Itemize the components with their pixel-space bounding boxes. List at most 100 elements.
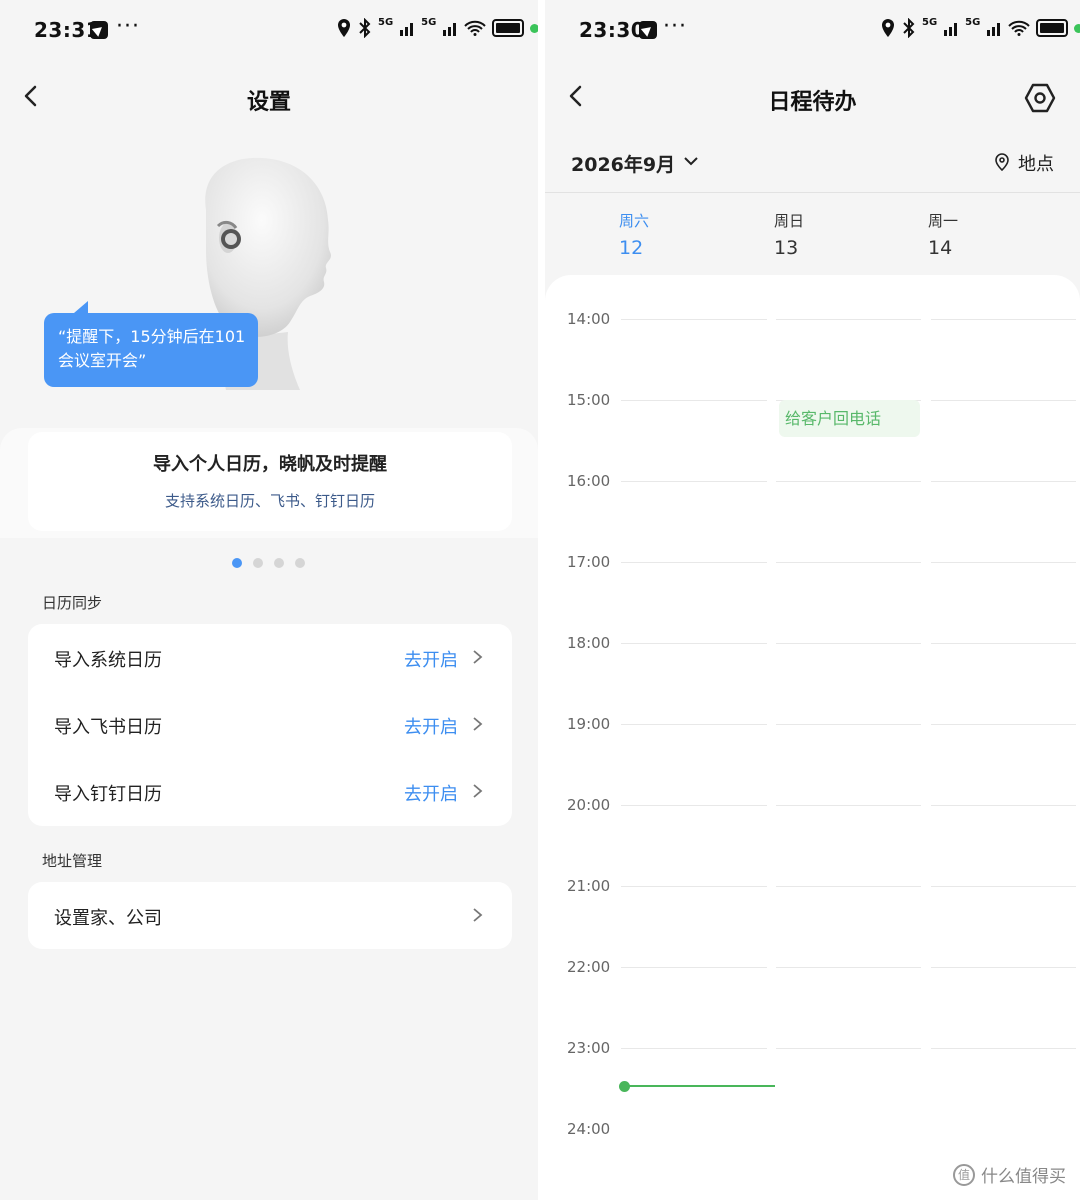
signal-bars-icon: [400, 23, 414, 36]
hour-gridline: [621, 562, 767, 563]
header-divider: [545, 192, 1080, 193]
day-name: 周六: [619, 212, 650, 230]
day-column-header-sat[interactable]: 周六 12: [619, 210, 649, 259]
status-icons: 5G 5G: [336, 16, 538, 38]
import-dingtalk-calendar-row[interactable]: 导入钉钉日历 去开启: [28, 758, 512, 825]
day-name: 周一: [928, 212, 959, 230]
day-column-header-mon[interactable]: 周一 14: [928, 210, 958, 259]
battery-icon: [1036, 19, 1069, 37]
hour-gridline: [776, 481, 921, 482]
active-indicator-dot: [530, 23, 538, 33]
set-home-company-row[interactable]: 设置家、公司: [28, 882, 512, 949]
month-selector[interactable]: 2026年9月: [571, 150, 675, 177]
active-indicator-dot: [1074, 23, 1080, 33]
screen-divider: [538, 0, 545, 1200]
enable-link[interactable]: 去开启: [404, 780, 458, 806]
chevron-down-icon[interactable]: [683, 155, 699, 167]
day-column-header-sun[interactable]: 周日 13: [774, 210, 804, 259]
hour-gridline: [931, 562, 1076, 563]
signal-bars-icon-2: [443, 23, 457, 36]
calendar-sync-card: 导入系统日历 去开启 导入飞书日历 去开启 导入钉钉日历 去开启: [28, 624, 512, 826]
page-title: 设置: [246, 90, 291, 115]
chevron-right-icon: [473, 650, 483, 664]
chevron-right-icon: [473, 908, 483, 922]
wifi-icon: [1008, 20, 1031, 36]
bubble-line-2: 会议室开会”: [58, 351, 147, 370]
pager-dot[interactable]: [274, 558, 284, 568]
hour-gridline: [621, 967, 767, 968]
row-label: 导入飞书日历: [54, 717, 162, 738]
location-button[interactable]: 地点: [1018, 150, 1054, 176]
row-label: 导入系统日历: [54, 650, 162, 671]
import-feishu-calendar-row[interactable]: 导入飞书日历 去开启: [28, 691, 512, 758]
hour-gridline: [776, 724, 921, 725]
hour-gridline: [621, 481, 767, 482]
promo-subtitle: 支持系统日历、飞书、钉钉日历: [164, 492, 375, 510]
location-pin-icon[interactable]: [995, 153, 1009, 171]
hour-gridline: [776, 319, 921, 320]
more-notifications-icon: ···: [663, 14, 687, 39]
signal-bars-icon-2: [987, 23, 1001, 36]
hour-label: 17:00: [567, 553, 611, 571]
notification-app-icon: [90, 21, 108, 39]
hour-label: 23:00: [567, 1039, 611, 1057]
location-icon: [338, 19, 350, 37]
pager-dot[interactable]: [253, 558, 263, 568]
import-system-calendar-row[interactable]: 导入系统日历 去开启: [28, 624, 512, 691]
hour-gridline: [931, 1048, 1076, 1049]
hour-label: 21:00: [567, 877, 611, 895]
hour-gridline: [621, 400, 767, 401]
chevron-right-icon: [473, 717, 483, 731]
signal-5g-icon: 5G: [922, 16, 938, 28]
row-label: 导入钉钉日历: [54, 784, 162, 805]
section-label-calendar-sync: 日历同步: [42, 594, 103, 612]
current-time-dot: [619, 1081, 630, 1092]
more-notifications-icon: ···: [116, 14, 140, 39]
status-bar: 23:30 ··· 5G 5G: [545, 14, 1080, 46]
promo-title: 导入个人日历，晓帆及时提醒: [153, 454, 387, 475]
hour-gridline: [931, 724, 1076, 725]
hour-label: 15:00: [567, 391, 611, 409]
pager-dot-active[interactable]: [232, 558, 242, 568]
hour-gridline: [776, 886, 921, 887]
hour-gridline: [621, 805, 767, 806]
watermark-logo-icon: 值: [953, 1163, 975, 1186]
section-label-address: 地址管理: [42, 852, 103, 870]
wifi-icon: [464, 20, 487, 36]
page-title: 日程待办: [768, 90, 857, 115]
settings-screen: 23:31 ··· 5G 5G 设置 “提醒下，15分钟后在101 会议室开会”…: [0, 0, 538, 1200]
location-icon: [882, 19, 894, 37]
settings-gear-icon[interactable]: [1024, 82, 1056, 114]
watermark-text: 什么值得买: [981, 1167, 1066, 1187]
hour-gridline: [931, 805, 1076, 806]
hour-gridline: [621, 886, 767, 887]
hour-label: 22:00: [567, 958, 611, 976]
status-icons: 5G 5G: [880, 16, 1080, 38]
hour-gridline: [931, 886, 1076, 887]
enable-link[interactable]: 去开启: [404, 646, 458, 672]
hour-gridline: [931, 967, 1076, 968]
current-time-line: [625, 1085, 775, 1087]
pager-dot[interactable]: [295, 558, 305, 568]
hour-gridline: [776, 1048, 921, 1049]
row-label: 设置家、公司: [54, 908, 162, 929]
schedule-screen: 23:30 ··· 5G 5G 日程待办 2026年9月 地点 周六 12 周日…: [545, 0, 1080, 1200]
signal-5g-icon-2: 5G: [965, 16, 981, 28]
bubble-line-1: “提醒下，15分钟后在101: [58, 327, 246, 346]
hour-gridline: [931, 319, 1076, 320]
enable-link[interactable]: 去开启: [404, 713, 458, 739]
hour-gridline: [776, 805, 921, 806]
hour-gridline: [931, 400, 1076, 401]
hour-gridline: [776, 967, 921, 968]
event-block[interactable]: 给客户回电话: [779, 400, 920, 437]
promo-card: 导入个人日历，晓帆及时提醒 支持系统日历、飞书、钉钉日历: [28, 432, 512, 531]
address-card: 设置家、公司: [28, 882, 512, 949]
day-number: 12: [619, 237, 644, 259]
carousel-pager: [232, 558, 305, 568]
hour-gridline: [621, 724, 767, 725]
signal-5g-icon: 5G: [378, 16, 394, 28]
bluetooth-icon: [359, 18, 371, 38]
chevron-right-icon: [473, 784, 483, 798]
day-number: 13: [774, 237, 799, 259]
hour-label: 16:00: [567, 472, 611, 490]
